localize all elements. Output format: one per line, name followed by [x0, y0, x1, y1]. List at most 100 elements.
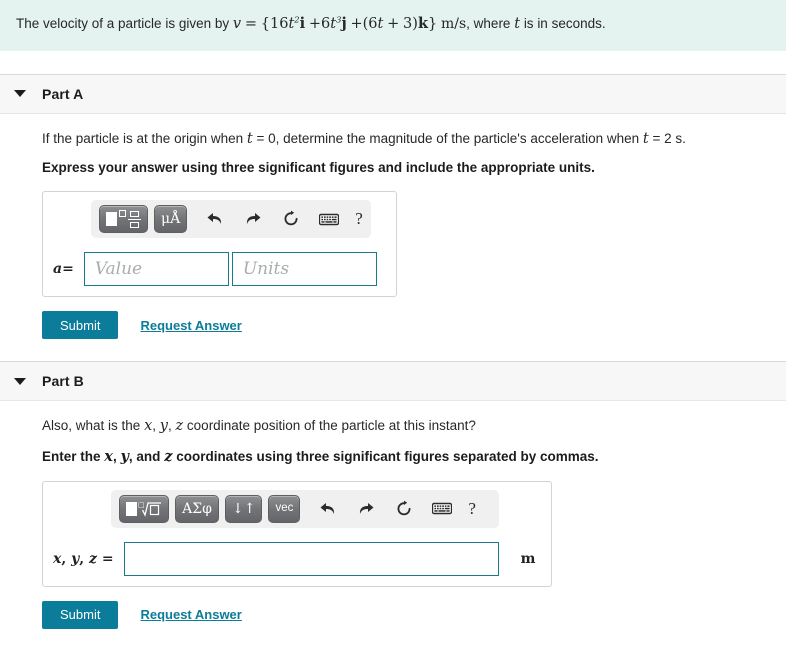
help-icon-b[interactable]: ? — [468, 499, 476, 519]
undo-icon-b[interactable] — [314, 496, 342, 522]
reset-icon-b[interactable] — [390, 496, 418, 522]
part-a-equals: = — [62, 261, 74, 278]
instruction-b-var-x: x — [104, 447, 113, 465]
part-b-submit-row: Submit Request Answer — [42, 600, 786, 629]
part-b-header[interactable]: Part B — [0, 361, 786, 402]
part-b-comma-1: , — [61, 550, 67, 567]
greek-button-label: ΑΣφ — [182, 500, 212, 517]
instruction-b-text-2: coordinates using three significant figu… — [176, 448, 599, 464]
math-template-button-a[interactable] — [99, 205, 148, 234]
question-a-text-3: = 2 s. — [652, 130, 686, 146]
term2-unit-vector: j — [341, 15, 347, 32]
arrows-button-label: ↓↑ — [232, 500, 256, 517]
units-button-label-a: μÅ — [161, 211, 181, 228]
keyboard-icon-b[interactable] — [428, 496, 456, 522]
part-a-submit-button[interactable]: Submit — [42, 311, 119, 340]
question-a-text-1: If the particle is at the origin when — [42, 130, 244, 146]
math-template-button-b[interactable]: □ — [119, 494, 169, 523]
part-b-submit-button[interactable]: Submit — [42, 600, 119, 629]
plus-sign-1: + — [308, 16, 322, 32]
part-b-coordinates-input[interactable] — [123, 541, 499, 576]
part-b-title: Part B — [42, 373, 84, 390]
part-a-value-input[interactable] — [83, 252, 229, 287]
term3-variable: t — [377, 16, 384, 32]
problem-page: The velocity of a particle is given by v… — [0, 0, 786, 650]
svg-text:□: □ — [138, 501, 145, 509]
equals-sign: = — [244, 16, 257, 32]
part-a-variable-label: a= — [53, 261, 74, 277]
square-root-icon: □ — [126, 499, 162, 519]
units-button-a[interactable]: μÅ — [154, 205, 188, 234]
question-b-var-z: z — [175, 418, 184, 435]
term1-unit-vector: i — [299, 15, 306, 32]
statement-suffix-a: , where — [466, 16, 511, 31]
part-a-toolbar: μÅ ? — [91, 200, 371, 239]
velocity-units: m/s — [440, 16, 467, 32]
instruction-b-comma-1: , — [112, 448, 117, 464]
part-b-var-z: z — [89, 550, 97, 567]
question-b-var-y: y — [159, 418, 168, 435]
term1-coefficient: 16 — [270, 16, 289, 32]
part-b-equals: = — [101, 550, 114, 567]
part-a-answer-box: μÅ ? a= Value Units — [42, 191, 397, 298]
section-gap-top — [0, 52, 786, 74]
term3-coefficient: 6 — [368, 16, 378, 32]
statement-prefix: The velocity of a particle is given by — [16, 16, 230, 31]
term3-unit-vector: k — [417, 15, 428, 32]
part-a-instruction: Express your answer using three signific… — [42, 160, 595, 176]
instruction-b-text-1: Enter the — [42, 448, 101, 464]
part-b-question: Also, what is the x, y, z coordinate pos… — [42, 417, 786, 437]
question-a-var-t2: t — [642, 130, 649, 147]
close-brace: } — [427, 16, 438, 32]
time-variable: t — [514, 16, 521, 32]
open-brace: { — [260, 16, 270, 32]
part-a-title: Part A — [42, 85, 84, 102]
part-b-toolbar: □ ΑΣφ ↓↑ vec ? — [111, 489, 499, 528]
term2-coefficient: 6 — [321, 16, 331, 32]
question-b-text-2: coordinate position of the particle at t… — [186, 418, 476, 434]
section-gap-middle — [0, 339, 786, 361]
part-b-unit-suffix: m — [520, 550, 536, 567]
part-a-request-answer-link[interactable]: Request Answer — [140, 318, 241, 333]
part-b-answer-box: □ ΑΣφ ↓↑ vec ? x, y, z = m — [42, 480, 552, 587]
part-a-body: If the particle is at the origin when t … — [0, 114, 786, 340]
redo-icon-b[interactable] — [352, 496, 380, 522]
plus-sign-2: + — [350, 16, 363, 32]
statement-suffix-b: is in seconds. — [523, 16, 606, 31]
caret-down-icon-a[interactable] — [14, 90, 26, 98]
undo-icon-a[interactable] — [201, 206, 229, 232]
question-a-text-2: = 0, determine the magnitude of the part… — [256, 130, 640, 146]
arrows-button-b[interactable]: ↓↑ — [225, 494, 263, 523]
part-b-instruction: Enter the x, y, and z coordinates using … — [42, 447, 786, 467]
part-a-submit-row: Submit Request Answer — [42, 311, 786, 340]
part-a-input-row: a= — [53, 252, 386, 287]
redo-icon-a[interactable] — [239, 206, 267, 232]
part-b-variable-label: x, y, z = — [53, 551, 114, 567]
part-b-body: Also, what is the x, y, z coordinate pos… — [0, 401, 786, 629]
question-a-var-t: t — [246, 130, 253, 147]
term3-constant: 3 — [403, 16, 413, 32]
square-fraction-icon — [106, 210, 141, 228]
vector-button-b[interactable]: vec — [268, 494, 301, 523]
part-a-variable-symbol: a — [53, 261, 63, 278]
greek-letters-button-b[interactable]: ΑΣφ — [175, 494, 219, 523]
instruction-b-and: , and — [128, 448, 161, 464]
vector-button-label: vec — [275, 501, 294, 514]
question-b-comma-1: , — [152, 418, 157, 434]
question-b-comma-2: , — [167, 418, 172, 434]
question-b-text-1: Also, what is the — [42, 418, 141, 434]
part-b-input-row: x, y, z = m — [53, 541, 541, 576]
problem-statement: The velocity of a particle is given by v… — [0, 0, 786, 52]
part-a-question: If the particle is at the origin when t … — [42, 130, 786, 150]
instruction-b-var-y: y — [120, 447, 129, 465]
part-b-request-answer-link[interactable]: Request Answer — [140, 607, 241, 622]
keyboard-icon-a[interactable] — [315, 206, 343, 232]
part-a-header[interactable]: Part A — [0, 73, 786, 114]
part-b-comma-2: , — [79, 550, 85, 567]
help-icon-a[interactable]: ? — [355, 209, 363, 229]
instruction-b-var-z: z — [164, 447, 173, 465]
caret-down-icon-b[interactable] — [14, 377, 26, 385]
reset-icon-a[interactable] — [277, 206, 305, 232]
term3-plus: + — [387, 16, 400, 32]
part-a-units-input[interactable] — [231, 252, 377, 287]
